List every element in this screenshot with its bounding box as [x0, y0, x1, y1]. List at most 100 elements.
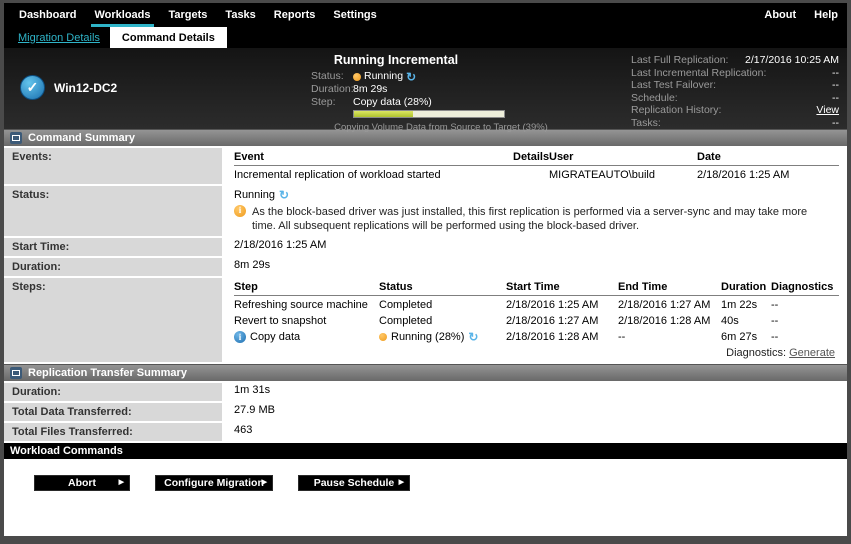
- event-details: [513, 166, 549, 183]
- steps-col-end: End Time: [618, 279, 721, 296]
- event-name: Incremental replication of workload star…: [234, 166, 513, 183]
- step-status: Running (28%): [391, 331, 464, 343]
- events-table: Event Details User Date Incremental repl…: [234, 149, 839, 182]
- transfer-summary-header: Replication Transfer Summary: [4, 364, 847, 381]
- nav-help[interactable]: Help: [805, 3, 847, 27]
- step-start: 2/18/2016 1:27 AM: [506, 312, 618, 328]
- workload-name: Win12-DC2: [54, 81, 117, 95]
- workload-commands-header: Workload Commands: [4, 443, 847, 459]
- total-data-row: Total Data Transferred: 27.9 MB: [4, 403, 847, 421]
- total-files-label: Total Files Transferred:: [4, 423, 222, 441]
- replication-status-panel: Running Incremental Status: Running ↻ Du…: [311, 53, 561, 133]
- last-test-failover-label: Last Test Failover:: [631, 79, 716, 92]
- steps-table: Step Status Start Time End Time Duration…: [234, 279, 839, 344]
- step-end: 2/18/2016 1:27 AM: [618, 295, 721, 312]
- steps-col-start: Start Time: [506, 279, 618, 296]
- duration-label: Duration:: [311, 83, 353, 96]
- step-row: Refreshing source machine Completed 2/18…: [234, 295, 839, 312]
- events-col-user: User: [549, 149, 697, 166]
- last-full-replication-label: Last Full Replication:: [631, 54, 728, 67]
- total-files-value: 463: [222, 423, 847, 441]
- pause-schedule-button-label: Pause Schedule: [314, 477, 395, 489]
- steps-row: Steps: Step Status Start Time End Time D…: [4, 278, 847, 362]
- events-col-event: Event: [234, 149, 513, 166]
- workload-identity: ✓ Win12-DC2: [20, 75, 117, 100]
- tasks-label: Tasks:: [631, 117, 661, 130]
- event-user: MIGRATEAUTO\build: [549, 166, 697, 183]
- status-note-text: As the block-based driver was just insta…: [252, 205, 833, 234]
- step-duration: 40s: [721, 312, 771, 328]
- command-status-value: Running: [234, 189, 275, 201]
- total-data-value: 27.9 MB: [222, 403, 847, 421]
- transfer-duration-row: Duration: 1m 31s: [4, 383, 847, 401]
- start-time-label: Start Time:: [4, 238, 222, 256]
- diagnostics-label: Diagnostics:: [726, 347, 786, 359]
- pause-schedule-button[interactable]: Pause Schedule ▶: [298, 475, 410, 491]
- transfer-duration-value: 1m 31s: [222, 383, 847, 401]
- last-incremental-replication-label: Last Incremental Replication:: [631, 67, 766, 80]
- progress-fill: [354, 111, 413, 117]
- warning-info-icon: i: [234, 205, 246, 217]
- nav-targets[interactable]: Targets: [160, 3, 217, 27]
- status-amber-dot-icon: [379, 333, 387, 341]
- workload-check-icon: ✓: [20, 75, 45, 100]
- section-icon: [10, 132, 22, 144]
- nav-settings[interactable]: Settings: [324, 3, 385, 27]
- step-diagnostics: --: [771, 312, 839, 328]
- status-note: i As the block-based driver was just ins…: [234, 205, 839, 234]
- generate-diagnostics-link[interactable]: Generate: [789, 347, 835, 359]
- steps-label: Steps:: [4, 278, 222, 362]
- abort-button[interactable]: Abort ▶: [34, 475, 130, 491]
- last-test-failover-value: --: [832, 79, 839, 92]
- spinner-icon: ↻: [406, 72, 416, 82]
- duration-row-label: Duration:: [4, 258, 222, 276]
- step-name: Copy data: [250, 331, 300, 343]
- tab-command-details[interactable]: Command Details: [110, 27, 227, 48]
- status-row-label: Status:: [4, 186, 222, 236]
- arrow-right-icon: ▶: [119, 479, 124, 486]
- events-label: Events:: [4, 148, 222, 184]
- step-row: Revert to snapshot Completed 2/18/2016 1…: [234, 312, 839, 328]
- duration-row-value: 8m 29s: [222, 258, 847, 276]
- replication-title: Running Incremental: [311, 53, 481, 67]
- schedule-value: --: [832, 92, 839, 105]
- tasks-value: --: [832, 117, 839, 130]
- nav-tasks[interactable]: Tasks: [216, 3, 264, 27]
- top-nav: Dashboard Workloads Targets Tasks Report…: [4, 3, 847, 27]
- section-icon: [10, 367, 22, 379]
- total-files-row: Total Files Transferred: 463: [4, 423, 847, 441]
- arrow-right-icon: ▶: [262, 479, 267, 486]
- event-date: 2/18/2016 1:25 AM: [697, 166, 839, 183]
- abort-button-label: Abort: [68, 477, 96, 489]
- replication-history-view-link[interactable]: View: [816, 104, 839, 117]
- nav-workloads[interactable]: Workloads: [85, 3, 159, 27]
- last-full-replication-value: 2/17/2016 10:25 AM: [745, 54, 839, 67]
- configure-migration-button[interactable]: Configure Migration ▶: [155, 475, 273, 491]
- command-buttons: Abort ▶ Configure Migration ▶ Pause Sche…: [4, 459, 847, 491]
- transfer-duration-label: Duration:: [4, 383, 222, 401]
- transfer-summary-title: Replication Transfer Summary: [28, 367, 187, 379]
- step-duration: 6m 27s: [721, 328, 771, 344]
- step-end: 2/18/2016 1:28 AM: [618, 312, 721, 328]
- schedule-label: Schedule:: [631, 92, 678, 105]
- step-diagnostics: --: [771, 295, 839, 312]
- status-value: Running: [364, 70, 403, 83]
- step-name: Revert to snapshot: [234, 312, 379, 328]
- info-icon: i: [234, 331, 246, 343]
- steps-col-duration: Duration: [721, 279, 771, 296]
- configure-migration-button-label: Configure Migration: [164, 477, 264, 489]
- command-summary-title: Command Summary: [28, 132, 135, 144]
- step-start: 2/18/2016 1:25 AM: [506, 295, 618, 312]
- tab-migration-details[interactable]: Migration Details: [8, 27, 110, 48]
- replication-info-panel: Last Full Replication: 2/17/2016 10:25 A…: [631, 54, 839, 129]
- nav-about[interactable]: About: [755, 3, 805, 27]
- start-time-row: Start Time: 2/18/2016 1:25 AM: [4, 238, 847, 256]
- nav-dashboard[interactable]: Dashboard: [10, 3, 85, 27]
- replication-history-label: Replication History:: [631, 104, 721, 117]
- events-col-date: Date: [697, 149, 839, 166]
- nav-reports[interactable]: Reports: [265, 3, 325, 27]
- step-end: --: [618, 328, 721, 344]
- step-duration: 1m 22s: [721, 295, 771, 312]
- steps-col-status: Status: [379, 279, 506, 296]
- spinner-icon: ↻: [468, 332, 478, 342]
